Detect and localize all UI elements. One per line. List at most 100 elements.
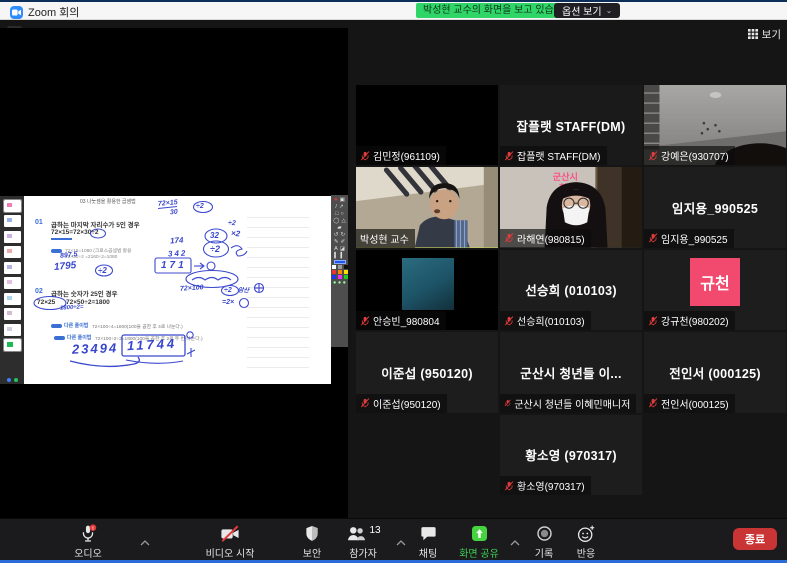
page-thumbnail[interactable] — [4, 277, 21, 289]
participant-tile[interactable]: 규천 강규천(980202) — [644, 250, 786, 330]
ink-note: 암산 — [238, 285, 250, 295]
participant-nametag: 안승빈_980804 — [356, 311, 446, 330]
redo-icon[interactable]: ↻ — [341, 232, 346, 238]
participant-name: 임지용_990525 — [661, 231, 728, 246]
eraser-icon[interactable]: ◪ — [340, 246, 345, 252]
color-orange[interactable] — [338, 270, 342, 274]
page-thumbnail[interactable] — [4, 246, 21, 258]
fill-icon[interactable]: ▰ — [337, 225, 341, 231]
color-white[interactable] — [332, 265, 336, 269]
participant-tile[interactable]: 강예은(930707) — [644, 85, 786, 165]
participant-name: 안승빈_980804 — [373, 313, 440, 328]
security-button[interactable]: 보안 — [290, 524, 334, 560]
participant-tile[interactable]: 김민정(961109) — [356, 85, 498, 165]
participant-tile[interactable]: 군산시 청년들 라해연(980815) — [500, 167, 642, 247]
participant-nametag: 군산시 청년들 이혜민매니저 — [500, 394, 636, 413]
participant-tile[interactable]: 선승희 (010103) 선승희(010103) — [500, 250, 642, 330]
shield-icon — [303, 524, 321, 543]
share-screen-button[interactable]: 화면 공유 — [450, 524, 508, 560]
page-thumbnail[interactable] — [4, 231, 21, 243]
page-thumbnail[interactable] — [4, 324, 21, 336]
page-thumbnail[interactable] — [4, 215, 21, 227]
rect-icon[interactable]: □ — [335, 211, 338, 217]
participant-tile[interactable]: 잡플랫 STAFF(DM) 잡플랫 STAFF(DM) — [500, 85, 642, 165]
color-red[interactable] — [332, 270, 336, 274]
participant-tile-active-speaker[interactable]: 박성현 교수 — [356, 167, 498, 247]
color-blue[interactable] — [332, 275, 336, 279]
section2-formula-circled: 72×25 — [37, 299, 55, 306]
page-thumbnail-sidebar[interactable] — [0, 196, 24, 384]
selected-color-bar[interactable] — [334, 260, 346, 264]
participant-name: 강규천(980202) — [661, 313, 729, 328]
color-green[interactable] — [344, 275, 348, 279]
end-meeting-button[interactable]: 종료 — [733, 528, 777, 550]
participants-options-caret[interactable] — [396, 534, 406, 549]
page-thumbnail[interactable] — [4, 293, 21, 305]
page-thumbnail-current[interactable] — [4, 339, 21, 351]
participant-tile[interactable]: 이준섭 (950120) 이준섭(950120) — [356, 332, 498, 412]
tip-badge — [51, 324, 62, 329]
ink-note: ÷2 — [98, 266, 107, 275]
record-button[interactable]: 기록 — [524, 524, 564, 560]
undo-icon[interactable]: ↺ — [334, 232, 339, 238]
app-title: Zoom 회의 — [10, 4, 79, 20]
participant-nametag: 잡플랫 STAFF(DM) — [500, 146, 607, 165]
participant-nametag: 선승희(010103) — [500, 311, 591, 330]
ink-note: 1800÷2= — [60, 304, 84, 311]
alt2-label: 다른 풀이법 — [67, 334, 91, 341]
highlighter-icon[interactable]: ✐ — [341, 239, 346, 245]
page-thumbnail[interactable] — [4, 200, 21, 212]
start-video-label: 비디오 시작 — [206, 545, 255, 560]
participants-button[interactable]: 13 참가자 — [334, 524, 392, 560]
reactions-smiley-icon — [576, 524, 596, 543]
muted-mic-icon — [504, 481, 514, 491]
alt1-text: 72×100÷4=1800(100을 곱한 후 4로 나눈다.) — [92, 323, 183, 330]
muted-mic-icon — [504, 233, 514, 243]
chat-button[interactable]: 채팅 — [408, 524, 448, 560]
select-icon[interactable]: ▣ — [340, 197, 345, 203]
color-gray[interactable] — [338, 265, 342, 269]
arrow-icon[interactable]: ↗ — [339, 204, 344, 210]
muted-mic-icon — [360, 398, 370, 408]
pen-icon[interactable]: ✎ — [334, 239, 339, 245]
chat-icon — [419, 524, 438, 543]
ink-note: 72×15 — [158, 199, 178, 208]
participant-tile[interactable]: 군산시 청년들 이... 군산시 청년들 이혜민매니저 — [500, 332, 642, 412]
reactions-button[interactable]: 반응 — [566, 524, 606, 560]
start-video-button[interactable]: 비디오 시작 — [198, 524, 262, 560]
view-options-button[interactable]: 옵션 보기 ⌄ — [554, 3, 620, 18]
muted-mic-icon — [648, 233, 658, 243]
participant-nametag: 라해연(980815) — [500, 229, 591, 248]
text-tool-icon[interactable]: A — [334, 246, 338, 252]
audio-options-caret[interactable] — [140, 534, 150, 549]
participant-tile[interactable]: 안승빈_980804 — [356, 250, 498, 330]
audio-button[interactable]: ! 오디오 — [62, 524, 114, 560]
share-options-caret[interactable] — [510, 534, 520, 549]
color-black[interactable] — [344, 265, 348, 269]
page-thumbnail[interactable] — [4, 308, 21, 320]
participant-avatar: 규천 — [690, 258, 740, 306]
neon-sign-line1: 군산시 — [553, 171, 578, 182]
participant-tile[interactable]: 전인서 (000125) 전인서(000125) — [644, 332, 786, 412]
participant-nametag: 임지용_990525 — [644, 229, 734, 248]
triangle-icon[interactable]: △ — [341, 218, 345, 224]
view-button[interactable]: 보기 — [748, 26, 781, 42]
color-yellow[interactable] — [344, 270, 348, 274]
pen2-icon[interactable]: ▍ — [334, 253, 338, 259]
participant-tile[interactable]: 임지용_990525 임지용_990525 — [644, 167, 786, 247]
section2-number: 02 — [35, 288, 43, 295]
laser-icon[interactable]: ● — [334, 197, 337, 203]
muted-mic-icon — [648, 151, 658, 161]
ink-note: 30 — [170, 209, 178, 217]
line-icon[interactable]: / — [335, 204, 337, 210]
pen3-icon[interactable]: ▍ — [341, 253, 345, 259]
ellipse-icon[interactable]: ◯ — [333, 218, 339, 224]
annotation-toolbar[interactable]: ●▣ /↗ □○ ◯△ ▰ ↺↻ ✎✐ A◪ ▍▍ ● ● ● — [331, 195, 348, 347]
color-magenta[interactable] — [338, 275, 342, 279]
participant-name: 강예은(930707) — [661, 148, 729, 163]
circle-icon[interactable]: ○ — [341, 211, 344, 217]
page-thumbnail[interactable] — [4, 262, 21, 274]
view-options-label: 옵션 보기 — [562, 3, 602, 18]
document-page: 03 나눗셈을 활용한 곱셈법 01 곱하는 마지막 자리수가 5인 경우 72… — [24, 196, 331, 384]
participant-tile[interactable]: 황소영 (970317) 황소영(970317) — [500, 415, 642, 495]
